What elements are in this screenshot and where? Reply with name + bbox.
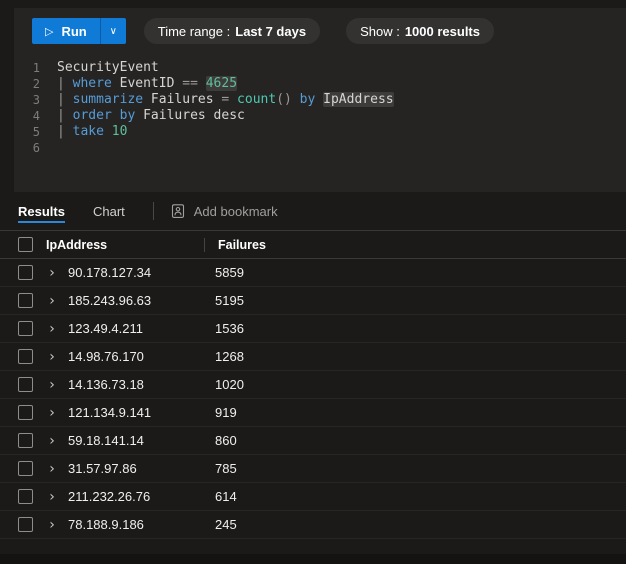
show-results-label: Show : [360, 23, 400, 39]
table-row[interactable]: › 185.243.96.63 5195 [0, 287, 626, 315]
table-row[interactable]: › 90.178.127.34 5859 [0, 259, 626, 287]
table-row[interactable]: › 211.232.26.76 614 [0, 483, 626, 511]
query-editor[interactable]: 1 SecurityEvent 2 | where EventID == 4625 3 |… [14, 60, 626, 156]
column-divider [204, 237, 205, 252]
expand-chevron-icon[interactable]: › [44, 378, 60, 392]
expand-chevron-icon[interactable]: › [44, 462, 60, 476]
tab-chart[interactable]: Chart [93, 192, 125, 230]
failures-cell: 1268 [215, 349, 244, 364]
table-row[interactable]: › 121.134.9.141 919 [0, 399, 626, 427]
failures-cell: 785 [215, 461, 237, 476]
expand-chevron-icon[interactable]: › [44, 518, 60, 532]
expand-chevron-icon[interactable]: › [44, 434, 60, 448]
table-row[interactable]: › 78.188.9.186 245 [0, 511, 626, 539]
failures-cell: 245 [215, 517, 237, 532]
results-pane: Results Chart Add bookmark IpAddress Fai… [0, 192, 626, 554]
code-text: | where EventID == 4625 [57, 76, 238, 91]
time-range-button[interactable]: Time range : Last 7 days [143, 18, 321, 44]
row-checkbox[interactable] [18, 321, 33, 336]
ip-address-cell: 59.18.141.14 [68, 433, 144, 448]
failures-cell: 614 [215, 489, 237, 504]
code-text: | summarize Failures = count() by IpAddr… [57, 92, 394, 107]
time-range-label: Time range : [157, 23, 231, 39]
run-button-label: Run [61, 23, 87, 39]
failures-cell: 1536 [215, 321, 244, 336]
run-button[interactable]: ▷ Run ∨ [32, 18, 126, 44]
code-line[interactable]: 5 | take 10 [14, 124, 626, 140]
play-icon: ▷ [45, 24, 54, 38]
run-dropdown-chevron-icon[interactable]: ∨ [101, 18, 126, 44]
row-checkbox[interactable] [18, 405, 33, 420]
expand-chevron-icon[interactable]: › [44, 294, 60, 308]
add-bookmark-label: Add bookmark [193, 203, 278, 219]
table-row[interactable]: › 31.57.97.86 785 [0, 455, 626, 483]
line-number: 6 [32, 141, 40, 155]
failures-cell: 1020 [215, 377, 244, 392]
table-row[interactable]: › 123.49.4.211 1536 [0, 315, 626, 343]
code-line[interactable]: 6 [14, 140, 626, 156]
row-checkbox[interactable] [18, 517, 33, 532]
row-checkbox[interactable] [18, 377, 33, 392]
ip-address-cell: 123.49.4.211 [68, 321, 143, 336]
run-button-main[interactable]: ▷ Run [32, 18, 100, 44]
ip-address-cell: 14.98.76.170 [68, 349, 144, 364]
query-pane: ▷ Run ∨ Time range : Last 7 days Show : … [14, 8, 626, 192]
row-checkbox[interactable] [18, 433, 33, 448]
line-number: 5 [32, 125, 40, 139]
code-line[interactable]: 2 | where EventID == 4625 [14, 76, 626, 92]
log-analytics-window: ▷ Run ∨ Time range : Last 7 days Show : … [0, 0, 626, 564]
line-number: 2 [32, 77, 40, 91]
ip-address-cell: 31.57.97.86 [68, 461, 137, 476]
failures-cell: 5859 [215, 265, 244, 280]
tab-results[interactable]: Results [18, 192, 65, 230]
expand-chevron-icon[interactable]: › [44, 406, 60, 420]
row-checkbox[interactable] [18, 349, 33, 364]
tabbar-divider [152, 202, 154, 220]
code-line[interactable]: 3 | summarize Failures = count() by IpAdd… [14, 92, 626, 108]
time-range-value: Last 7 days [235, 23, 307, 39]
results-tabbar: Results Chart Add bookmark [0, 192, 626, 230]
results-table: IpAddress Failures › 90.178.127.34 5859 › 18… [0, 230, 626, 539]
ip-address-cell: 211.232.26.76 [68, 489, 151, 504]
select-all-checkbox[interactable] [18, 237, 33, 252]
ip-address-cell: 121.134.9.141 [68, 405, 152, 420]
row-checkbox[interactable] [18, 461, 33, 476]
row-checkbox[interactable] [18, 489, 33, 504]
table-header: IpAddress Failures [0, 230, 626, 259]
column-header-failures[interactable]: Failures [218, 238, 266, 252]
code-text: | take 10 [57, 124, 128, 139]
ip-address-cell: 185.243.96.63 [68, 293, 152, 308]
line-number: 3 [32, 93, 40, 107]
code-text: | order by Failures desc [57, 108, 245, 123]
row-checkbox[interactable] [18, 293, 33, 308]
ip-address-cell: 78.188.9.186 [68, 517, 144, 532]
add-bookmark-button[interactable]: Add bookmark [170, 203, 278, 219]
expand-chevron-icon[interactable]: › [44, 266, 60, 280]
expand-chevron-icon[interactable]: › [44, 350, 60, 364]
code-line[interactable]: 4 | order by Failures desc [14, 108, 626, 124]
add-bookmark-icon [171, 204, 184, 218]
table-row[interactable]: › 14.98.76.170 1268 [0, 343, 626, 371]
expand-chevron-icon[interactable]: › [44, 490, 60, 504]
code-text: SecurityEvent [57, 60, 159, 75]
table-row[interactable]: › 14.136.73.18 1020 [0, 371, 626, 399]
column-header-ipaddress[interactable]: IpAddress [46, 238, 204, 252]
code-line[interactable]: 1 SecurityEvent [14, 60, 626, 76]
show-results-button[interactable]: Show : 1000 results [346, 18, 494, 44]
ip-address-cell: 14.136.73.18 [68, 377, 144, 392]
failures-cell: 860 [215, 433, 237, 448]
table-body: › 90.178.127.34 5859 › 185.243.96.63 5195 › 123… [0, 259, 626, 539]
query-toolbar: ▷ Run ∨ Time range : Last 7 days Show : … [14, 8, 626, 44]
bottom-bar [0, 554, 626, 564]
expand-chevron-icon[interactable]: › [44, 322, 60, 336]
show-results-value: 1000 results [404, 23, 480, 39]
line-number: 4 [32, 109, 40, 123]
ip-address-cell: 90.178.127.34 [68, 265, 152, 280]
table-row[interactable]: › 59.18.141.14 860 [0, 427, 626, 455]
failures-cell: 919 [215, 405, 237, 420]
failures-cell: 5195 [215, 293, 244, 308]
row-checkbox[interactable] [18, 265, 33, 280]
line-number: 1 [32, 61, 40, 75]
